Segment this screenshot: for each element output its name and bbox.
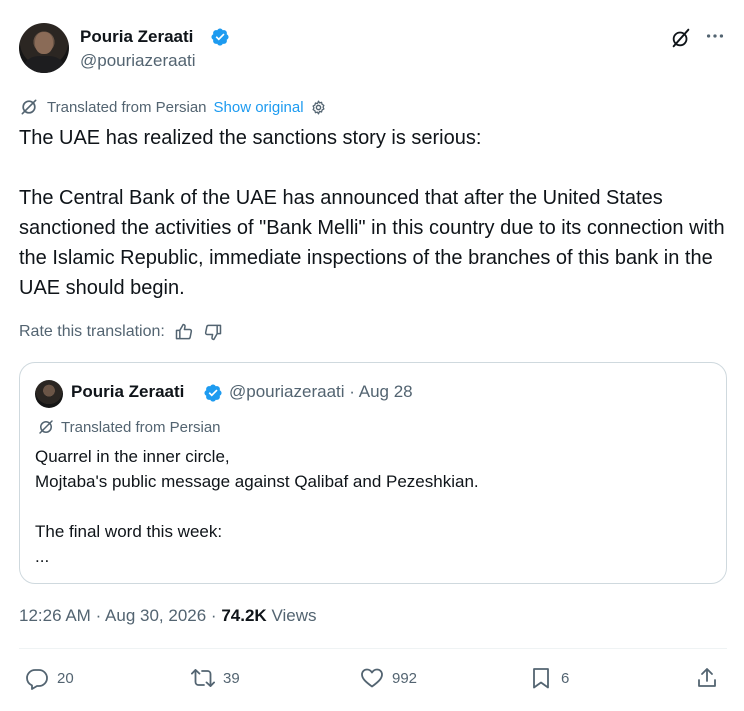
reply-button[interactable]: 20	[25, 666, 74, 690]
divider	[19, 648, 727, 649]
rate-translation-row: Rate this translation:	[19, 321, 223, 343]
quote-author-name: Pouria Zeraati	[71, 382, 185, 401]
quote-separator: ·	[349, 382, 355, 401]
quote-avatar	[35, 380, 63, 408]
author-name[interactable]: Pouria Zeraati	[80, 27, 193, 47]
thumbs-up-icon[interactable]	[174, 322, 194, 342]
more-icon[interactable]	[704, 25, 726, 47]
show-original-link[interactable]: Show original	[214, 99, 304, 116]
like-button[interactable]: 992	[360, 666, 417, 690]
action-bar: 20 39 992 6	[19, 666, 727, 694]
like-count: 992	[392, 669, 418, 687]
tweet-text: The UAE has realized the sanctions story…	[19, 127, 725, 299]
repost-count: 39	[223, 669, 240, 687]
like-icon	[361, 668, 383, 688]
repost-icon	[191, 669, 215, 687]
verified-badge-icon	[211, 28, 229, 46]
bookmark-icon	[533, 668, 549, 689]
quote-text: Quarrel in the inner circle, Mojtaba's p…	[35, 447, 479, 566]
translate-icon	[21, 99, 37, 115]
quote-translation-row: Translated from Persian	[37, 418, 221, 436]
author-handle[interactable]: @pouriazeraati	[80, 51, 196, 71]
translated-label: Translated from Persian	[47, 98, 207, 116]
quote-handle: @pouriazeraati	[229, 382, 345, 401]
quote-date: Aug 28	[358, 382, 413, 401]
rate-translation-label: Rate this translation:	[19, 323, 165, 340]
bookmark-count: 6	[561, 669, 570, 687]
tweet-meta: 12:26 AM · Aug 30, 2026 · 74.2K Views	[19, 606, 316, 626]
tweet-time[interactable]: 12:26 AM	[19, 606, 91, 625]
verified-badge-icon	[204, 384, 222, 402]
views-count: 74.2K	[221, 606, 267, 625]
tweet-date[interactable]: Aug 30, 2026	[105, 606, 206, 625]
settings-icon[interactable]	[310, 99, 327, 116]
quote-translated-label: Translated from Persian	[61, 418, 221, 436]
bookmark-button[interactable]: 6	[529, 666, 569, 690]
translation-row: Translated from Persian Show original	[19, 97, 327, 117]
quote-meta: @pouriazeraati · Aug 28	[229, 382, 413, 402]
avatar[interactable]	[19, 23, 69, 73]
grok-icon[interactable]	[670, 27, 692, 49]
reply-icon	[26, 669, 48, 690]
repost-button[interactable]: 39	[191, 666, 240, 690]
translate-icon	[39, 420, 53, 434]
reply-count: 20	[57, 669, 74, 687]
meta-separator: ·	[95, 606, 102, 625]
quoted-tweet[interactable]: Pouria Zeraati @pouriazeraati · Aug 28 T…	[19, 362, 727, 584]
share-icon	[698, 668, 716, 687]
thumbs-down-icon[interactable]	[203, 322, 223, 342]
views-label: Views	[271, 606, 317, 625]
tweet-header: Pouria Zeraati @pouriazeraati	[19, 23, 727, 75]
share-button[interactable]	[695, 666, 727, 690]
meta-separator: ·	[210, 606, 217, 625]
